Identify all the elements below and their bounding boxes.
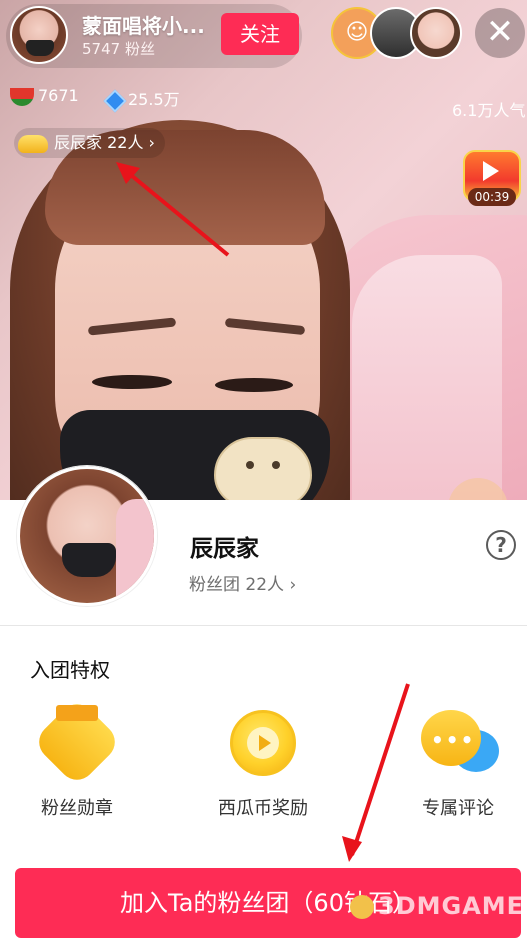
right-eye: [215, 378, 293, 392]
popularity-count: 6.1万人气: [452, 101, 526, 120]
sticker-eye-right: [272, 461, 280, 469]
close-button[interactable]: ✕: [475, 8, 525, 58]
avatar-mask: [62, 543, 116, 577]
perk-fan-badge[interactable]: 粉丝勋章: [12, 696, 142, 820]
fan-club-name: 辰辰家: [190, 536, 259, 562]
watermark-text: 3DMGAME: [378, 892, 525, 920]
ellipsis-icon: •••: [431, 728, 476, 752]
diamond-count: 25.5万: [128, 90, 180, 109]
melon-count: 7671: [38, 86, 79, 105]
gaming-chair-cushion: [352, 255, 502, 505]
watermelon-icon: [10, 87, 34, 106]
crown-icon: [18, 134, 48, 153]
perk-coin-reward[interactable]: 西瓜币奖励: [198, 700, 328, 820]
avatar-mask: [26, 40, 54, 56]
badge-ribbon: [56, 705, 98, 721]
fan-club-count-link[interactable]: 粉丝团 22人 ›: [189, 570, 296, 595]
host-avatar[interactable]: [10, 6, 68, 64]
follow-button[interactable]: 关注: [221, 13, 299, 55]
privileges-title: 入团特权: [30, 658, 110, 682]
host-fan-count: 5747 粉丝: [82, 40, 155, 58]
treasure-timer: 00:39: [468, 188, 516, 206]
host-name: 蒙面唱将小...: [82, 14, 205, 38]
viewer-avatar-3[interactable]: [410, 7, 462, 59]
divider: [0, 625, 527, 626]
play-icon: [483, 161, 499, 181]
fan-club-avatar[interactable]: [17, 466, 157, 606]
left-eye: [92, 375, 172, 389]
cartoon-sticker: [214, 437, 312, 505]
perk-label: 西瓜币奖励: [218, 798, 308, 819]
sticker-eye-left: [246, 461, 254, 469]
watermark-logo: 3DMGAME: [350, 892, 524, 920]
coin-icon: [230, 710, 296, 776]
heart-icon: [62, 724, 92, 754]
play-icon: [259, 735, 271, 751]
melon-stat[interactable]: 7671: [10, 86, 79, 108]
help-icon[interactable]: ?: [486, 530, 516, 560]
live-stream-video[interactable]: [0, 0, 527, 505]
fan-club-tag[interactable]: 辰辰家 22人 ›: [14, 128, 165, 158]
perk-label: 专属评论: [422, 798, 494, 819]
diamond-stat[interactable]: 25.5万: [102, 86, 180, 112]
perk-exclusive-comment[interactable]: ••• 专属评论: [393, 700, 523, 820]
fan-club-tag-label: 辰辰家 22人 ›: [54, 133, 155, 152]
perk-label: 粉丝勋章: [41, 798, 113, 819]
watermark-mascot-icon: [350, 895, 374, 919]
avatar-chair: [116, 499, 154, 603]
